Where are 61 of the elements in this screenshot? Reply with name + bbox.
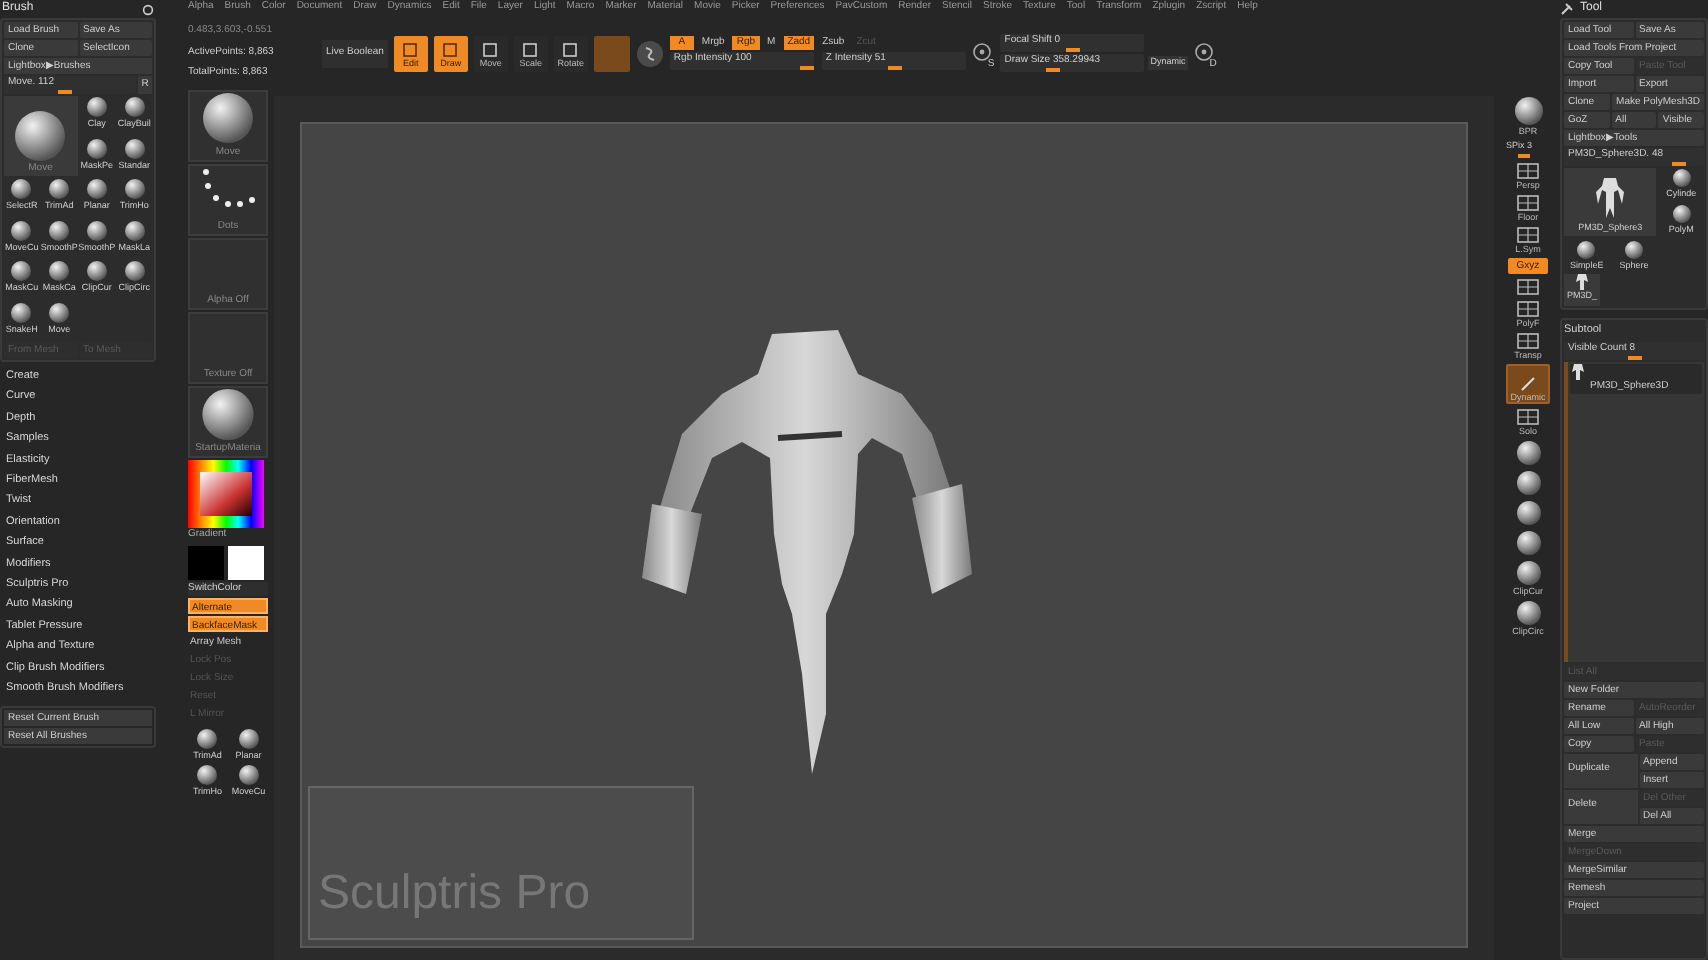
d-icon xyxy=(1193,41,1214,65)
brush-icon xyxy=(10,301,33,324)
brush-icon xyxy=(123,219,146,242)
view-icon xyxy=(1516,194,1540,212)
brush-icon xyxy=(196,727,219,749)
brush-icon xyxy=(123,260,146,283)
tool-icon xyxy=(1623,239,1644,259)
brush-preview-icon xyxy=(14,109,67,162)
color-picker xyxy=(188,460,264,528)
brush-icon xyxy=(85,219,108,242)
view-icon xyxy=(1516,408,1540,426)
pen-icon xyxy=(1520,376,1536,392)
brush-icon xyxy=(85,137,108,160)
sphere-icon xyxy=(1515,500,1541,526)
material-swatch[interactable] xyxy=(593,35,630,71)
tool-icon xyxy=(482,41,499,58)
view-icon xyxy=(1516,226,1540,244)
brush-icon xyxy=(10,219,33,242)
tool-icon xyxy=(402,41,419,58)
tool-icon xyxy=(442,41,459,58)
brush-icon xyxy=(48,178,71,201)
brush-icon xyxy=(85,96,108,118)
brush-icon xyxy=(123,178,146,201)
brush-icon xyxy=(237,727,260,749)
view-icon xyxy=(1516,300,1540,318)
tool-icon xyxy=(1576,239,1597,259)
brush-icon xyxy=(48,219,71,242)
sphere-icon xyxy=(1515,440,1541,466)
view-icon xyxy=(1516,332,1540,350)
sphere-icon xyxy=(1515,600,1541,626)
hammer-icon xyxy=(1560,2,1574,16)
sphere-icon xyxy=(1515,560,1541,586)
brush-icon xyxy=(48,301,71,324)
view-icon xyxy=(1516,162,1540,180)
brush-icon xyxy=(10,178,33,201)
brush-icon xyxy=(196,764,219,787)
figure-icon xyxy=(1576,274,1588,291)
brush-icon xyxy=(48,260,71,283)
tool-icon xyxy=(522,41,539,58)
brush-icon xyxy=(10,260,33,283)
main-color-swatch[interactable] xyxy=(188,545,224,579)
brush-icon xyxy=(123,137,146,160)
view-icon xyxy=(1516,278,1540,296)
tool-icon xyxy=(1671,203,1692,224)
sphere-icon xyxy=(1513,96,1543,126)
brush-icon xyxy=(123,96,146,118)
s-icon xyxy=(971,41,992,65)
secondary-color-swatch[interactable] xyxy=(228,545,264,579)
material-sphere-icon xyxy=(198,388,258,441)
sphere-icon xyxy=(1515,530,1541,556)
tool-icon xyxy=(562,41,579,58)
sphere-icon xyxy=(1515,470,1541,496)
dots-stroke-icon xyxy=(198,166,258,210)
figure-icon xyxy=(1570,363,1586,379)
stroke-icon xyxy=(635,39,664,67)
brush-icon xyxy=(85,260,108,283)
brush-icon xyxy=(85,178,108,201)
brush-icon xyxy=(237,764,260,787)
tool-icon xyxy=(1671,168,1692,188)
brush-preview-icon xyxy=(202,92,254,144)
figure-icon xyxy=(1594,174,1627,223)
